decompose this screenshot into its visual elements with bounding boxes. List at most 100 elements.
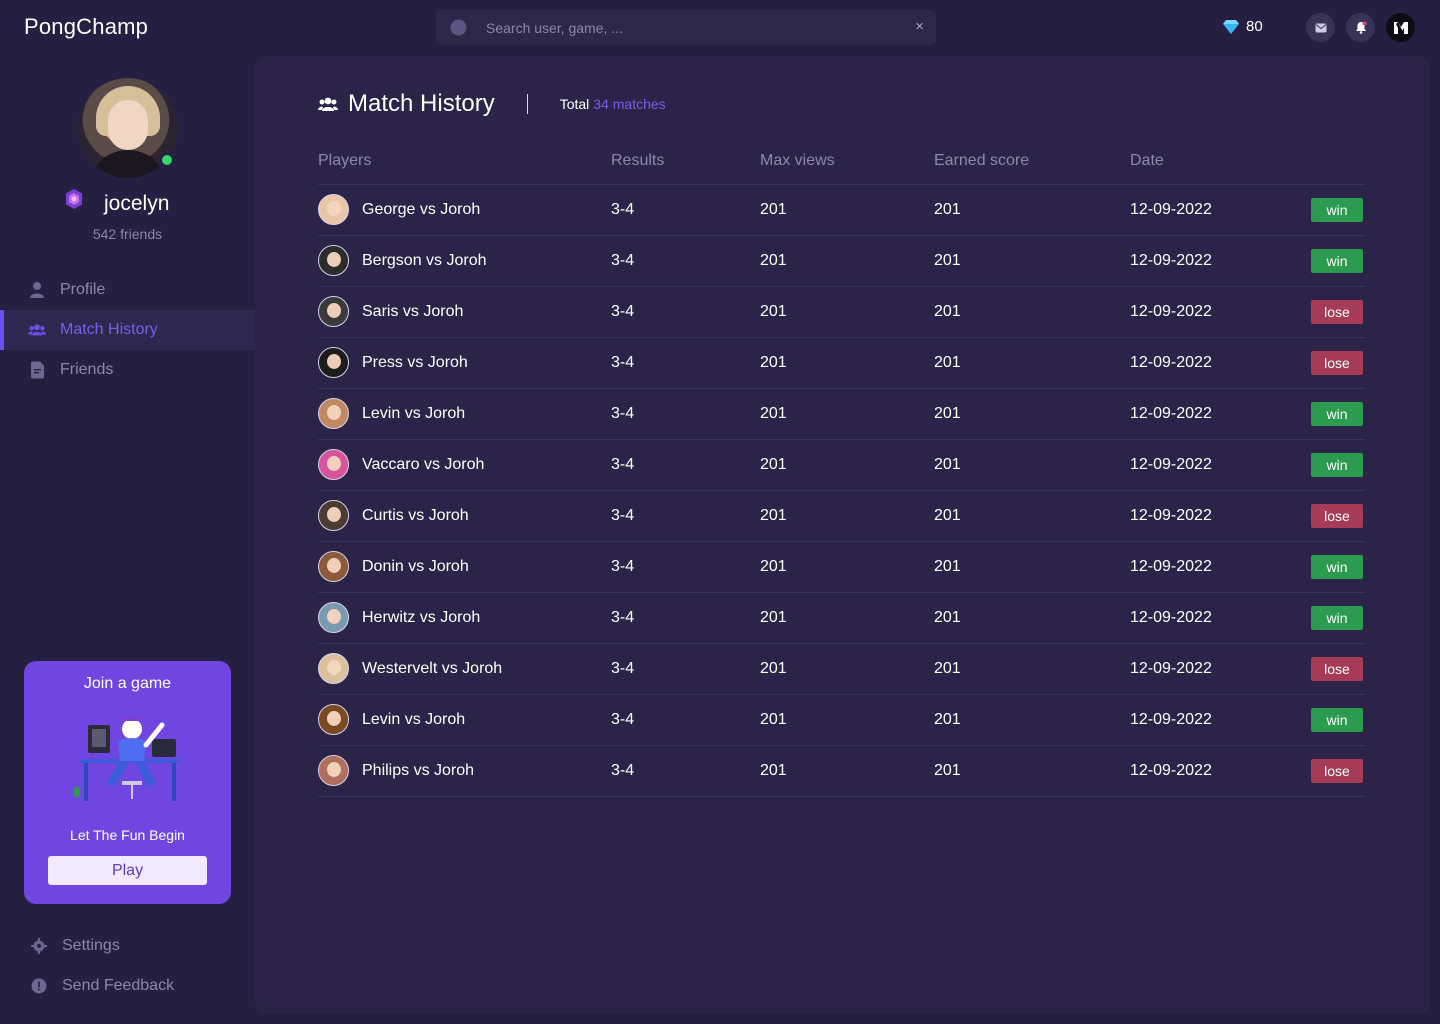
status-badge: lose (1311, 656, 1363, 681)
earned-score-cell: 201 (934, 541, 1130, 593)
table-body: George vs Joroh 3-4 201 201 12-09-2022 win Ber… (318, 184, 1365, 797)
players-cell: Westervelt vs Joroh (318, 643, 611, 695)
earned-score-cell: 201 (934, 235, 1130, 287)
date-cell: 12-09-2022 (1130, 592, 1311, 644)
clear-search-icon[interactable]: × (915, 18, 924, 35)
table-row[interactable]: Vaccaro vs Joroh 3-4 201 201 12-09-2022 win (318, 439, 1365, 491)
users-icon (28, 321, 46, 339)
gems-counter: 80 (1222, 18, 1263, 35)
join-game-subtitle: Let The Fun Begin (70, 827, 185, 843)
sidebar-item-profile[interactable]: Profile (0, 270, 255, 310)
page-title: Match History (348, 90, 495, 117)
players-label: Levin vs Joroh (362, 710, 466, 728)
status-cell: lose (1311, 337, 1365, 389)
max-views-cell: 201 (760, 184, 934, 236)
date-cell: 12-09-2022 (1130, 286, 1311, 338)
player-avatar[interactable] (318, 704, 349, 735)
players-label: Donin vs Joroh (362, 557, 469, 575)
result-cell: 3-4 (611, 337, 760, 389)
date-cell: 12-09-2022 (1130, 235, 1311, 287)
sidebar-item-settings[interactable]: Settings (0, 926, 255, 966)
sidebar-item-send-feedback[interactable]: Send Feedback (0, 966, 255, 1006)
status-badge: lose (1311, 503, 1363, 528)
table-row[interactable]: Bergson vs Joroh 3-4 201 201 12-09-2022 win (318, 235, 1365, 287)
player-avatar[interactable] (318, 398, 349, 429)
players-label: Press vs Joroh (362, 353, 468, 371)
status-badge: win (1311, 248, 1363, 273)
status-badge: win (1311, 452, 1363, 477)
player-avatar[interactable] (318, 347, 349, 378)
players-cell: Donin vs Joroh (318, 541, 611, 593)
players-label: Bergson vs Joroh (362, 251, 487, 269)
result-cell: 3-4 (611, 388, 760, 440)
max-views-cell: 201 (760, 439, 934, 491)
table-row[interactable]: Westervelt vs Joroh 3-4 201 201 12-09-2022 lo… (318, 643, 1365, 695)
profile-username: jocelyn (104, 192, 170, 215)
table-row[interactable]: Press vs Joroh 3-4 201 201 12-09-2022 lose (318, 337, 1365, 389)
player-avatar[interactable] (318, 755, 349, 786)
player-avatar[interactable] (318, 602, 349, 633)
table-row[interactable]: Donin vs Joroh 3-4 201 201 12-09-2022 win (318, 541, 1365, 593)
status-badge: win (1311, 197, 1363, 222)
status-cell: win (1311, 592, 1365, 644)
table-row[interactable]: Levin vs Joroh 3-4 201 201 12-09-2022 win (318, 694, 1365, 746)
max-views-cell: 201 (760, 592, 934, 644)
player-avatar[interactable] (318, 500, 349, 531)
table-row[interactable]: George vs Joroh 3-4 201 201 12-09-2022 win (318, 184, 1365, 236)
earned-score-cell: 201 (934, 286, 1130, 338)
earned-score-cell: 201 (934, 388, 1130, 440)
status-badge: lose (1311, 350, 1363, 375)
app-logo[interactable]: PongChamp (24, 14, 148, 40)
search-bar[interactable]: × (436, 10, 936, 45)
result-cell: 3-4 (611, 439, 760, 491)
notifications-button[interactable] (1346, 13, 1375, 42)
table-row[interactable]: Levin vs Joroh 3-4 201 201 12-09-2022 win (318, 388, 1365, 440)
players-cell: Philips vs Joroh (318, 745, 611, 797)
brand-logo-icon (1393, 21, 1408, 34)
users-icon (318, 97, 338, 111)
messages-button[interactable] (1306, 13, 1335, 42)
player-avatar[interactable] (318, 296, 349, 327)
top-bar: PongChamp × 80 (0, 0, 1440, 56)
max-views-cell: 201 (760, 235, 934, 287)
status-badge: win (1311, 554, 1363, 579)
table-row[interactable]: Herwitz vs Joroh 3-4 201 201 12-09-2022 win (318, 592, 1365, 644)
date-cell: 12-09-2022 (1130, 439, 1311, 491)
sidebar-item-match-history[interactable]: Match History (0, 310, 255, 350)
player-cell-content: Curtis vs Joroh (318, 500, 611, 531)
status-cell: win (1311, 541, 1365, 593)
date-cell: 12-09-2022 (1130, 184, 1311, 236)
players-label: Herwitz vs Joroh (362, 608, 481, 626)
earned-score-cell: 201 (934, 184, 1130, 236)
player-cell-content: Press vs Joroh (318, 347, 611, 378)
players-cell: Herwitz vs Joroh (318, 592, 611, 644)
result-cell: 3-4 (611, 643, 760, 695)
play-button[interactable]: Play (48, 856, 207, 885)
column-header-date: Date (1130, 138, 1311, 185)
max-views-cell: 201 (760, 643, 934, 695)
player-avatar[interactable] (318, 245, 349, 276)
table-row[interactable]: Curtis vs Joroh 3-4 201 201 12-09-2022 lose (318, 490, 1365, 542)
players-cell: Levin vs Joroh (318, 388, 611, 440)
status-cell: win (1311, 388, 1365, 440)
account-avatar-button[interactable] (1386, 13, 1415, 42)
player-avatar[interactable] (318, 551, 349, 582)
player-avatar[interactable] (318, 194, 349, 225)
search-input[interactable] (486, 10, 886, 45)
player-avatar[interactable] (318, 449, 349, 480)
player-cell-content: Levin vs Joroh (318, 704, 611, 735)
column-header-status (1311, 138, 1365, 185)
result-cell: 3-4 (611, 235, 760, 287)
status-cell: win (1311, 694, 1365, 746)
gamer-illustration (74, 715, 180, 801)
date-cell: 12-09-2022 (1130, 337, 1311, 389)
earned-score-cell: 201 (934, 694, 1130, 746)
table-row[interactable]: Philips vs Joroh 3-4 201 201 12-09-2022 lose (318, 745, 1365, 797)
status-cell: win (1311, 184, 1365, 236)
date-cell: 12-09-2022 (1130, 745, 1311, 797)
player-avatar[interactable] (318, 653, 349, 684)
sidebar-item-friends[interactable]: Friends (0, 350, 255, 390)
table-row[interactable]: Saris vs Joroh 3-4 201 201 12-09-2022 lose (318, 286, 1365, 338)
gear-icon (30, 937, 48, 955)
max-views-cell: 201 (760, 694, 934, 746)
